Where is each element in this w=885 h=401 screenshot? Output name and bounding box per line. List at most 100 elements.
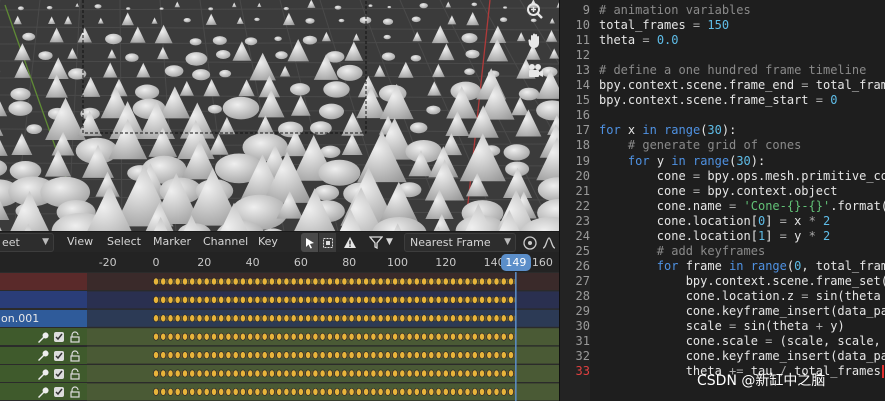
box-select-icon[interactable]	[319, 233, 336, 252]
keyframe[interactable]	[457, 369, 464, 378]
code-line[interactable]: cone.scale = (scale, scale, s	[599, 334, 885, 348]
keyframe[interactable]	[189, 387, 196, 396]
keyframe[interactable]	[435, 351, 442, 360]
keyframe[interactable]	[167, 314, 174, 323]
keyframe[interactable]	[218, 387, 225, 396]
keyframe[interactable]	[334, 387, 341, 396]
keyframe[interactable]	[413, 277, 420, 286]
keyframe[interactable]	[203, 295, 210, 304]
keyframe-tracks[interactable]	[87, 272, 559, 401]
keyframe[interactable]	[435, 295, 442, 304]
keyframe[interactable]	[319, 332, 326, 341]
keyframe[interactable]	[305, 295, 312, 304]
keyframe[interactable]	[421, 369, 428, 378]
keyframe[interactable]	[247, 277, 254, 286]
keyframe[interactable]	[174, 351, 181, 360]
keyframe[interactable]	[182, 351, 188, 360]
keyframe[interactable]	[457, 387, 464, 396]
code-line[interactable]: cone.name = 'Cone-{}-{}'.format(x	[599, 199, 885, 213]
keyframe[interactable]	[160, 369, 167, 378]
keyframe[interactable]	[500, 332, 507, 341]
keyframe[interactable]	[276, 351, 283, 360]
code-line[interactable]: theta = 0.0	[599, 33, 679, 47]
checkbox-icon[interactable]	[53, 368, 65, 380]
keyframe[interactable]	[218, 351, 225, 360]
keyframe[interactable]	[203, 314, 210, 323]
keyframe[interactable]	[326, 369, 333, 378]
keyframe[interactable]	[399, 314, 406, 323]
keyframe[interactable]	[413, 314, 420, 323]
keyframe[interactable]	[457, 332, 464, 341]
keyframe[interactable]	[196, 277, 203, 286]
keyframe[interactable]	[261, 295, 268, 304]
wrench-icon[interactable]	[36, 349, 49, 362]
keyframe[interactable]	[239, 277, 246, 286]
keyframe[interactable]	[283, 351, 290, 360]
keyframe[interactable]	[406, 314, 413, 323]
keyframe[interactable]	[508, 369, 514, 378]
keyframe[interactable]	[189, 314, 196, 323]
keyframe[interactable]	[508, 277, 514, 286]
keyframe[interactable]	[268, 351, 275, 360]
lock-icon[interactable]	[69, 331, 81, 343]
keyframe[interactable]	[203, 369, 210, 378]
keyframe[interactable]	[297, 369, 304, 378]
keyframe[interactable]	[247, 351, 254, 360]
keyframe[interactable]	[218, 314, 225, 323]
keyframe[interactable]	[406, 277, 413, 286]
keyframe[interactable]	[254, 351, 261, 360]
keyframe[interactable]	[442, 295, 449, 304]
keyframe[interactable]	[268, 369, 275, 378]
keyframe[interactable]	[312, 332, 319, 341]
channel-row[interactable]	[0, 273, 87, 290]
keyframe[interactable]	[399, 277, 406, 286]
keyframe[interactable]	[254, 277, 261, 286]
keyframe[interactable]	[341, 277, 348, 286]
falloff-curve-icon[interactable]	[540, 233, 557, 252]
keyframe[interactable]	[232, 369, 239, 378]
keyframe[interactable]	[211, 332, 217, 341]
keyframe[interactable]	[276, 387, 283, 396]
keyframe[interactable]	[211, 295, 217, 304]
keyframe[interactable]	[500, 277, 507, 286]
keyframe[interactable]	[167, 295, 174, 304]
code-line[interactable]: # animation variables	[599, 3, 751, 17]
keyframe[interactable]	[399, 369, 406, 378]
code-line[interactable]: scale = sin(theta + y)	[599, 319, 845, 333]
code-line[interactable]: cone = bpy.context.object	[599, 184, 838, 198]
keyframe[interactable]	[341, 387, 348, 396]
keyframe[interactable]	[413, 387, 420, 396]
keyframe[interactable]	[406, 351, 413, 360]
keyframe[interactable]	[189, 295, 196, 304]
keyframe[interactable]	[413, 351, 420, 360]
keyframe[interactable]	[457, 295, 464, 304]
keyframe[interactable]	[355, 314, 362, 323]
keyframe[interactable]	[486, 369, 493, 378]
keyframe[interactable]	[283, 295, 290, 304]
keyframe[interactable]	[348, 314, 355, 323]
channel-row[interactable]	[0, 365, 87, 382]
keyframe[interactable]	[421, 314, 428, 323]
keyframe[interactable]	[508, 295, 514, 304]
keyframe[interactable]	[370, 351, 377, 360]
keyframe[interactable]	[290, 314, 297, 323]
channel-row[interactable]	[0, 346, 87, 364]
keyframe[interactable]	[493, 314, 500, 323]
keyframe[interactable]	[232, 332, 239, 341]
keyframe[interactable]	[384, 387, 391, 396]
keyframe[interactable]	[167, 332, 174, 341]
keyframe[interactable]	[471, 332, 478, 341]
keyframe[interactable]	[392, 387, 399, 396]
keyframe[interactable]	[377, 314, 384, 323]
keyframe[interactable]	[218, 295, 225, 304]
keyframe[interactable]	[392, 295, 399, 304]
keyframe[interactable]	[211, 277, 217, 286]
keyframe[interactable]	[348, 351, 355, 360]
keyframe[interactable]	[377, 351, 384, 360]
keyframe[interactable]	[160, 387, 167, 396]
keyframe[interactable]	[486, 314, 493, 323]
keyframe[interactable]	[508, 351, 514, 360]
checkbox-icon[interactable]	[53, 386, 65, 398]
keyframe[interactable]	[239, 332, 246, 341]
keyframe[interactable]	[450, 351, 456, 360]
